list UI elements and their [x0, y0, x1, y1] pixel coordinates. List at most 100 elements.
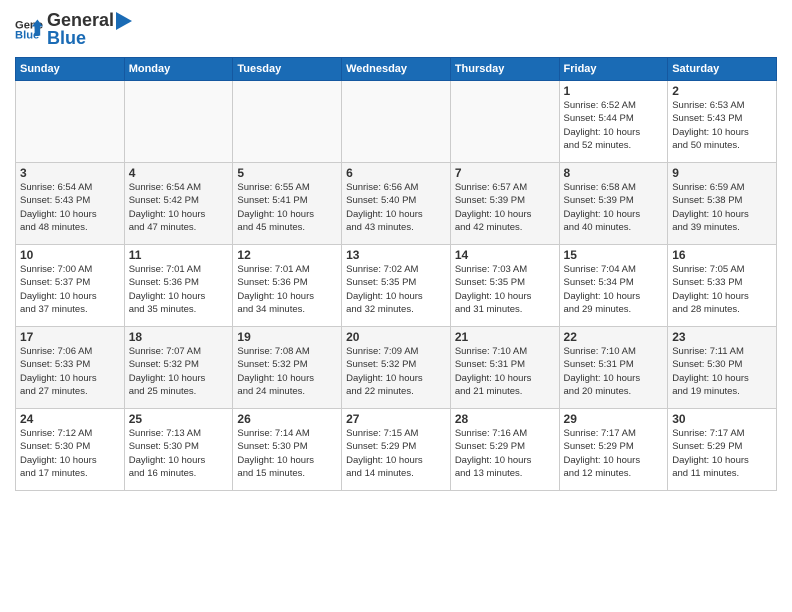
day-cell: 8Sunrise: 6:58 AM Sunset: 5:39 PM Daylig…	[559, 163, 668, 245]
day-number: 22	[564, 330, 664, 344]
day-number: 18	[129, 330, 229, 344]
day-cell: 12Sunrise: 7:01 AM Sunset: 5:36 PM Dayli…	[233, 245, 342, 327]
logo: General Blue General Blue	[15, 10, 134, 49]
weekday-header-row: SundayMondayTuesdayWednesdayThursdayFrid…	[16, 58, 777, 81]
day-cell	[342, 81, 451, 163]
day-number: 10	[20, 248, 120, 262]
day-info: Sunrise: 7:14 AM Sunset: 5:30 PM Dayligh…	[237, 427, 337, 480]
day-info: Sunrise: 7:03 AM Sunset: 5:35 PM Dayligh…	[455, 263, 555, 316]
weekday-header-thursday: Thursday	[450, 58, 559, 81]
day-number: 6	[346, 166, 446, 180]
day-info: Sunrise: 7:10 AM Sunset: 5:31 PM Dayligh…	[564, 345, 664, 398]
day-cell: 27Sunrise: 7:15 AM Sunset: 5:29 PM Dayli…	[342, 409, 451, 491]
day-info: Sunrise: 7:10 AM Sunset: 5:31 PM Dayligh…	[455, 345, 555, 398]
day-number: 19	[237, 330, 337, 344]
day-info: Sunrise: 7:01 AM Sunset: 5:36 PM Dayligh…	[237, 263, 337, 316]
day-info: Sunrise: 6:55 AM Sunset: 5:41 PM Dayligh…	[237, 181, 337, 234]
day-info: Sunrise: 7:13 AM Sunset: 5:30 PM Dayligh…	[129, 427, 229, 480]
day-cell: 20Sunrise: 7:09 AM Sunset: 5:32 PM Dayli…	[342, 327, 451, 409]
day-info: Sunrise: 6:53 AM Sunset: 5:43 PM Dayligh…	[672, 99, 772, 152]
day-info: Sunrise: 7:06 AM Sunset: 5:33 PM Dayligh…	[20, 345, 120, 398]
day-info: Sunrise: 7:02 AM Sunset: 5:35 PM Dayligh…	[346, 263, 446, 316]
header-area: General Blue General Blue	[15, 10, 777, 49]
week-row-3: 10Sunrise: 7:00 AM Sunset: 5:37 PM Dayli…	[16, 245, 777, 327]
day-number: 28	[455, 412, 555, 426]
weekday-header-friday: Friday	[559, 58, 668, 81]
day-number: 15	[564, 248, 664, 262]
weekday-header-sunday: Sunday	[16, 58, 125, 81]
day-info: Sunrise: 7:05 AM Sunset: 5:33 PM Dayligh…	[672, 263, 772, 316]
week-row-4: 17Sunrise: 7:06 AM Sunset: 5:33 PM Dayli…	[16, 327, 777, 409]
weekday-header-wednesday: Wednesday	[342, 58, 451, 81]
day-cell: 24Sunrise: 7:12 AM Sunset: 5:30 PM Dayli…	[16, 409, 125, 491]
day-cell: 21Sunrise: 7:10 AM Sunset: 5:31 PM Dayli…	[450, 327, 559, 409]
calendar-table: SundayMondayTuesdayWednesdayThursdayFrid…	[15, 57, 777, 491]
day-cell	[16, 81, 125, 163]
weekday-header-monday: Monday	[124, 58, 233, 81]
day-info: Sunrise: 6:54 AM Sunset: 5:42 PM Dayligh…	[129, 181, 229, 234]
day-number: 2	[672, 84, 772, 98]
day-number: 21	[455, 330, 555, 344]
day-cell: 5Sunrise: 6:55 AM Sunset: 5:41 PM Daylig…	[233, 163, 342, 245]
day-info: Sunrise: 7:01 AM Sunset: 5:36 PM Dayligh…	[129, 263, 229, 316]
day-info: Sunrise: 6:59 AM Sunset: 5:38 PM Dayligh…	[672, 181, 772, 234]
day-number: 8	[564, 166, 664, 180]
day-number: 29	[564, 412, 664, 426]
day-number: 9	[672, 166, 772, 180]
day-info: Sunrise: 6:57 AM Sunset: 5:39 PM Dayligh…	[455, 181, 555, 234]
day-info: Sunrise: 7:07 AM Sunset: 5:32 PM Dayligh…	[129, 345, 229, 398]
day-info: Sunrise: 7:09 AM Sunset: 5:32 PM Dayligh…	[346, 345, 446, 398]
day-cell: 9Sunrise: 6:59 AM Sunset: 5:38 PM Daylig…	[668, 163, 777, 245]
day-cell: 1Sunrise: 6:52 AM Sunset: 5:44 PM Daylig…	[559, 81, 668, 163]
day-number: 27	[346, 412, 446, 426]
day-number: 26	[237, 412, 337, 426]
day-info: Sunrise: 7:11 AM Sunset: 5:30 PM Dayligh…	[672, 345, 772, 398]
day-cell: 28Sunrise: 7:16 AM Sunset: 5:29 PM Dayli…	[450, 409, 559, 491]
day-number: 1	[564, 84, 664, 98]
day-cell: 26Sunrise: 7:14 AM Sunset: 5:30 PM Dayli…	[233, 409, 342, 491]
day-cell: 14Sunrise: 7:03 AM Sunset: 5:35 PM Dayli…	[450, 245, 559, 327]
day-info: Sunrise: 7:16 AM Sunset: 5:29 PM Dayligh…	[455, 427, 555, 480]
day-number: 17	[20, 330, 120, 344]
logo-icon: General Blue	[15, 16, 43, 44]
week-row-1: 1Sunrise: 6:52 AM Sunset: 5:44 PM Daylig…	[16, 81, 777, 163]
day-info: Sunrise: 6:56 AM Sunset: 5:40 PM Dayligh…	[346, 181, 446, 234]
day-info: Sunrise: 6:54 AM Sunset: 5:43 PM Dayligh…	[20, 181, 120, 234]
day-cell: 23Sunrise: 7:11 AM Sunset: 5:30 PM Dayli…	[668, 327, 777, 409]
day-cell: 7Sunrise: 6:57 AM Sunset: 5:39 PM Daylig…	[450, 163, 559, 245]
day-cell	[124, 81, 233, 163]
day-info: Sunrise: 7:15 AM Sunset: 5:29 PM Dayligh…	[346, 427, 446, 480]
day-number: 23	[672, 330, 772, 344]
day-cell: 4Sunrise: 6:54 AM Sunset: 5:42 PM Daylig…	[124, 163, 233, 245]
day-cell: 25Sunrise: 7:13 AM Sunset: 5:30 PM Dayli…	[124, 409, 233, 491]
weekday-header-tuesday: Tuesday	[233, 58, 342, 81]
day-cell: 13Sunrise: 7:02 AM Sunset: 5:35 PM Dayli…	[342, 245, 451, 327]
day-number: 12	[237, 248, 337, 262]
day-number: 30	[672, 412, 772, 426]
day-info: Sunrise: 7:17 AM Sunset: 5:29 PM Dayligh…	[564, 427, 664, 480]
day-info: Sunrise: 7:17 AM Sunset: 5:29 PM Dayligh…	[672, 427, 772, 480]
day-cell: 22Sunrise: 7:10 AM Sunset: 5:31 PM Dayli…	[559, 327, 668, 409]
day-number: 14	[455, 248, 555, 262]
logo-triangle	[114, 10, 134, 32]
day-cell: 3Sunrise: 6:54 AM Sunset: 5:43 PM Daylig…	[16, 163, 125, 245]
day-cell: 19Sunrise: 7:08 AM Sunset: 5:32 PM Dayli…	[233, 327, 342, 409]
day-cell	[450, 81, 559, 163]
week-row-5: 24Sunrise: 7:12 AM Sunset: 5:30 PM Dayli…	[16, 409, 777, 491]
day-info: Sunrise: 7:04 AM Sunset: 5:34 PM Dayligh…	[564, 263, 664, 316]
day-cell: 16Sunrise: 7:05 AM Sunset: 5:33 PM Dayli…	[668, 245, 777, 327]
day-number: 7	[455, 166, 555, 180]
day-number: 16	[672, 248, 772, 262]
day-info: Sunrise: 6:58 AM Sunset: 5:39 PM Dayligh…	[564, 181, 664, 234]
weekday-header-saturday: Saturday	[668, 58, 777, 81]
day-cell: 6Sunrise: 6:56 AM Sunset: 5:40 PM Daylig…	[342, 163, 451, 245]
day-cell: 18Sunrise: 7:07 AM Sunset: 5:32 PM Dayli…	[124, 327, 233, 409]
day-number: 5	[237, 166, 337, 180]
day-cell: 2Sunrise: 6:53 AM Sunset: 5:43 PM Daylig…	[668, 81, 777, 163]
day-cell	[233, 81, 342, 163]
day-cell: 11Sunrise: 7:01 AM Sunset: 5:36 PM Dayli…	[124, 245, 233, 327]
day-cell: 17Sunrise: 7:06 AM Sunset: 5:33 PM Dayli…	[16, 327, 125, 409]
day-number: 11	[129, 248, 229, 262]
week-row-2: 3Sunrise: 6:54 AM Sunset: 5:43 PM Daylig…	[16, 163, 777, 245]
day-number: 20	[346, 330, 446, 344]
